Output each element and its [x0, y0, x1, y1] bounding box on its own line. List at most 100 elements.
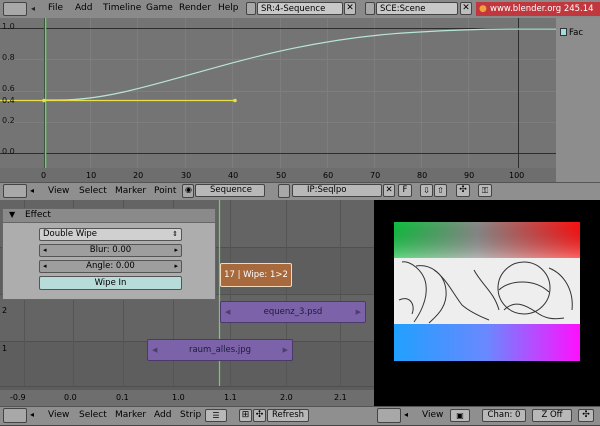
preview-image [394, 222, 580, 361]
channel-number: 2 [2, 306, 8, 315]
decrement-arrow-icon[interactable]: ◂ [43, 261, 47, 272]
effect-panel-header[interactable]: ▼ Effect [3, 209, 215, 223]
seq-window-type-icon[interactable] [3, 408, 27, 423]
screen-browse-icon[interactable] [246, 2, 256, 15]
ipo-type-label: Sequence [210, 185, 252, 195]
channel-field[interactable]: Chan: 0 [482, 409, 526, 422]
x-tick: 30 [181, 171, 192, 180]
menu-file[interactable]: File [48, 3, 63, 13]
x-tick: 70 [370, 171, 381, 180]
zoom-off-select[interactable]: Z Off [532, 409, 572, 422]
strip-left-handle-icon[interactable]: ◀ [225, 302, 230, 322]
seq-x-tick: 1.0 [172, 393, 185, 402]
collapse-arrow-icon[interactable]: ◂ [404, 410, 408, 419]
ipo-block-field[interactable]: IP:Seqlpo [292, 184, 382, 197]
screen-field[interactable]: SR:4-Sequence [257, 2, 343, 15]
ipo-fake-user-button[interactable]: F [398, 184, 412, 197]
x-tick: 80 [417, 171, 428, 180]
scene-browse-icon[interactable] [365, 2, 375, 15]
seq-menu-strip[interactable]: Strip [180, 410, 201, 420]
decrement-arrow-icon[interactable]: ◂ [43, 245, 47, 256]
menu-timeline[interactable]: Timeline [103, 3, 141, 13]
scene-close-icon[interactable]: ✕ [460, 2, 472, 15]
angle-slider[interactable]: ◂ Angle: 0.00 ▸ [39, 260, 182, 273]
y-tick: 0.2 [2, 116, 15, 125]
ipo-header: ◂ View Select Marker Point ◉ Sequence IP… [0, 182, 600, 201]
blur-slider[interactable]: ◂ Blur: 0.00 ▸ [39, 244, 182, 257]
ipo-menu-select[interactable]: Select [79, 186, 107, 196]
x-tick: 0 [41, 171, 47, 180]
refresh-button[interactable]: Refresh [267, 409, 309, 422]
eye-icon[interactable]: ◉ [182, 184, 194, 198]
window-type-icon[interactable] [3, 2, 27, 16]
seq-x-tick: -0.9 [10, 393, 26, 402]
image-strip-seq3[interactable]: ◀ equenz_3.psd ▶ [220, 301, 366, 323]
preview-pan-icon[interactable]: ✣ [578, 409, 594, 422]
strip-right-handle-icon[interactable]: ▶ [356, 302, 361, 322]
y-tick: 0.4 [2, 96, 15, 105]
seq-menu-marker[interactable]: Marker [115, 410, 146, 420]
channel-fac-label[interactable]: Fac [569, 28, 583, 38]
strip-right-handle-icon[interactable]: ▶ [283, 340, 288, 360]
fac-curve [44, 28, 556, 101]
ipo-close-button[interactable]: ✕ [383, 184, 395, 197]
ipo-curve-editor[interactable]: 1.0 0.8 0.6 0.4 0.2 0.0 0 10 20 30 40 50… [0, 18, 556, 182]
wipe-in-label: Wipe In [94, 278, 127, 288]
seq-display-mode-icon[interactable]: ☰ [205, 409, 227, 422]
effect-type-select[interactable]: Double Wipe ⇕ [39, 228, 182, 241]
y-tick: 0.6 [2, 84, 15, 93]
seq-x-tick: 0.1 [116, 393, 129, 402]
collapse-arrow-icon[interactable]: ◂ [30, 410, 34, 419]
menu-game[interactable]: Game [146, 3, 173, 13]
wipe-in-toggle[interactable]: Wipe In [39, 276, 182, 290]
blender-logo-icon: ● [479, 4, 487, 14]
increment-arrow-icon[interactable]: ▸ [174, 245, 178, 256]
sequence-preview[interactable] [374, 200, 600, 406]
effect-type-label: Double Wipe [43, 229, 98, 239]
seq-menu-select[interactable]: Select [79, 410, 107, 420]
preview-menu-view[interactable]: View [422, 410, 443, 420]
collapse-arrow-icon[interactable]: ◂ [31, 4, 35, 13]
ipo-zoom-icon[interactable]: ✣ [456, 184, 470, 197]
panel-collapse-icon[interactable]: ▼ [9, 210, 15, 219]
wipe-strip[interactable]: 17 | Wipe: 1>2 [220, 263, 292, 287]
ipo-menu-point[interactable]: Point [154, 186, 176, 196]
strip-left-handle-icon[interactable]: ◀ [152, 340, 157, 360]
preview-display-icon[interactable]: ▣ [450, 409, 470, 422]
blender-url-text: www.blender.org 245.14 [490, 4, 594, 14]
lock-icon[interactable]: ⚿ [478, 184, 492, 197]
seq-pan-icon[interactable]: ✣ [253, 409, 266, 422]
x-tick: 60 [323, 171, 334, 180]
blender-url[interactable]: ● www.blender.org 245.14 [476, 2, 600, 16]
x-tick: 10 [86, 171, 97, 180]
channel-number: 1 [2, 344, 8, 353]
ipo-window-type-icon[interactable] [3, 184, 27, 198]
wipe-strip-label: 17 | Wipe: 1>2 [224, 270, 288, 280]
menu-add[interactable]: Add [75, 3, 92, 13]
seq-x-tick: 1.1 [224, 393, 237, 402]
y-tick: 0.8 [2, 53, 15, 62]
seq-menu-view[interactable]: View [48, 410, 69, 420]
collapse-arrow-icon[interactable]: ◂ [30, 186, 34, 195]
ipo-menu-view[interactable]: View [48, 186, 69, 196]
seq-zoom-icon[interactable]: ⊞ [239, 409, 252, 422]
channel-color-swatch[interactable] [560, 28, 567, 36]
ipo-graph[interactable] [0, 18, 556, 182]
x-tick: 50 [276, 171, 287, 180]
menu-help[interactable]: Help [218, 3, 239, 13]
scene-field[interactable]: SCE:Scene [376, 2, 458, 15]
ipo-type-select[interactable]: Sequence [195, 184, 265, 197]
preview-window-type-icon[interactable] [377, 408, 401, 423]
sequence-header: ◂ View Select Marker Add Strip ☰ ⊞ ✣ Ref… [0, 406, 374, 426]
pin-icon[interactable] [278, 184, 290, 198]
menu-render[interactable]: Render [179, 3, 211, 13]
ipo-menu-marker[interactable]: Marker [115, 186, 146, 196]
ipo-copy-icon[interactable]: ⇩ [420, 184, 433, 197]
refresh-label: Refresh [271, 410, 305, 420]
seq-menu-add[interactable]: Add [154, 410, 171, 420]
ipo-paste-icon[interactable]: ⇧ [434, 184, 447, 197]
screen-close-icon[interactable]: ✕ [344, 2, 356, 15]
image-strip-raum[interactable]: ◀ raum_alles.jpg ▶ [147, 339, 293, 361]
image-strip-raum-label: raum_alles.jpg [188, 345, 252, 355]
increment-arrow-icon[interactable]: ▸ [174, 261, 178, 272]
